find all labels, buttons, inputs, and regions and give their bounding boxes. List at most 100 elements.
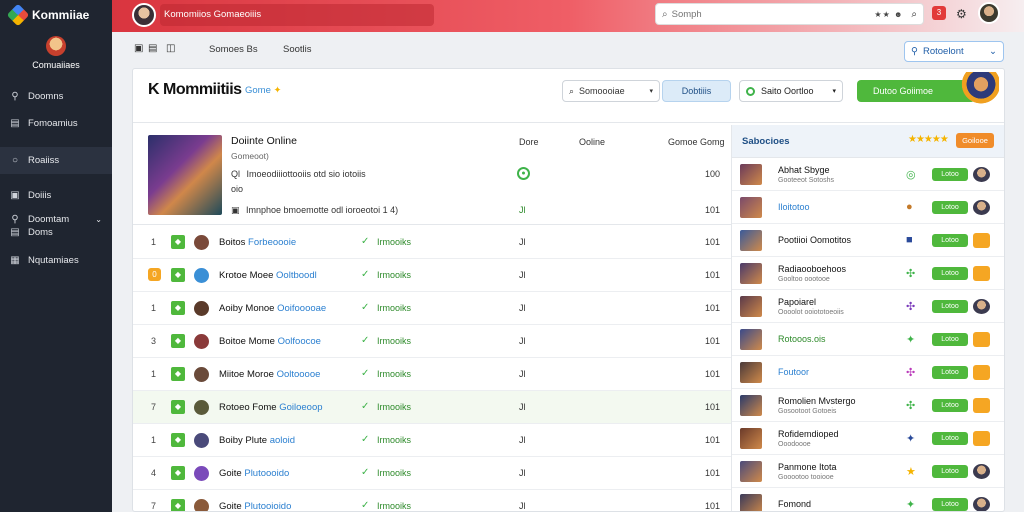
panel-header-button[interactable]: Goilooe <box>956 133 994 148</box>
list-item[interactable]: Abhat Sbyge Gooteeot Sotoshs ◎ Lotoo <box>732 158 1004 191</box>
grid-icon[interactable]: ▤ <box>148 43 157 54</box>
document-icon[interactable]: ◫ <box>166 43 175 54</box>
row-status: Irmooiks <box>377 270 412 280</box>
status-select[interactable]: Saito Oortloo ▾ <box>739 80 843 102</box>
user-avatar[interactable] <box>978 2 1000 24</box>
notification-badge[interactable]: 3 <box>932 6 946 20</box>
search-icon[interactable]: ⌕ <box>911 9 917 20</box>
table-row[interactable]: 1 ◆ Miitoe Moroe Ooltooooe ✓ Irmooiks Jl 101 <box>133 358 731 391</box>
relevance-select[interactable]: ⚲ Rotoelont ⌄ <box>904 41 1004 62</box>
row-link[interactable]: Ooltboodl <box>276 270 317 281</box>
item-action-button[interactable]: Lotoo <box>932 234 968 247</box>
item-extra-button[interactable] <box>973 365 990 380</box>
card-title: K Mommiitiis <box>148 81 242 98</box>
row-done-value: Jl <box>519 369 526 379</box>
item-extra-button[interactable] <box>973 398 990 413</box>
sidebar-item-doomtam[interactable]: ⚲ Doomtam ⌄ ▤ Doms <box>0 209 112 243</box>
item-title: Pootiioi Oomotitos <box>778 235 852 245</box>
list-item[interactable]: Iloitotoo ● Lotoo <box>732 191 1004 224</box>
list-item[interactable]: Foutoor ✣ Lotoo <box>732 356 1004 389</box>
sidebar-item-nqutamiaes[interactable]: ▦ Nqutamiaes <box>0 247 112 274</box>
toolbar-link[interactable]: Somoes Bs <box>209 44 258 55</box>
row-name[interactable]: Boitos Forbeoooie <box>219 237 296 248</box>
game-icon: ◆ <box>171 334 185 348</box>
row-name[interactable]: Miitoe Moroe Ooltooooe <box>219 369 320 380</box>
avatar <box>194 466 209 481</box>
profile-name: Comuaiiaes <box>32 60 80 70</box>
table-row[interactable]: 1 ◆ Boiby Plute aoloid ✓ Irmooiks Jl 101 <box>133 424 731 457</box>
card-subtitle: Gome ✦ <box>245 85 281 96</box>
row-name[interactable]: Boitoe Mome Oolfoocoe <box>219 336 321 347</box>
search-input[interactable] <box>671 8 875 20</box>
table-row[interactable]: 4 ◆ Goite Plutoooido ✓ Irmooiks Jl 101 <box>133 457 731 490</box>
table-row[interactable]: 1 ◆ Aoiby Monoe Ooifooooae ✓ Irmooiks Jl 101 <box>133 292 731 325</box>
row-link[interactable]: Plutoooido <box>244 468 289 479</box>
row-name[interactable]: Boiby Plute aoloid <box>219 435 295 446</box>
profile[interactable]: Comuaiiaes <box>0 30 112 75</box>
app-logo[interactable]: Kommiiae <box>0 0 112 30</box>
search-bar[interactable]: ⌕ ★★ ☻ ⌕ <box>655 3 924 25</box>
item-action-button[interactable]: Lotoo <box>932 498 968 511</box>
row-link[interactable]: Ooltooooe <box>277 369 321 380</box>
table-row[interactable]: 3 ◆ Boitoe Mome Oolfoocoe ✓ Irmooiks Jl 101 <box>133 325 731 358</box>
row-name[interactable]: Rotoeo Fome Goiloeoop <box>219 402 323 413</box>
list-item[interactable]: Romolien Mvstergo Gosootoot Gotoeis ✣ Lotoo <box>732 389 1004 422</box>
list-item[interactable]: Fomond ✦ Lotoo <box>732 488 1004 511</box>
row-link[interactable]: Goiloeoop <box>279 402 322 413</box>
item-extra-button[interactable] <box>973 332 990 347</box>
row-link[interactable]: Forbeoooie <box>248 237 296 248</box>
primary-button[interactable]: Dutoo Goiimoe <box>857 80 975 102</box>
row-link[interactable]: aoloid <box>270 435 295 446</box>
item-extra-button[interactable] <box>973 233 990 248</box>
avatar[interactable] <box>132 3 156 27</box>
row-name[interactable]: Goite Plutoooido <box>219 468 289 479</box>
sidebar-item-fomoamius[interactable]: ▤ Fomoamius <box>0 110 112 137</box>
item-action-button[interactable]: Lotoo <box>932 201 968 214</box>
row-link[interactable]: Ooifooooae <box>277 303 326 314</box>
featured-title: Doiinte Online <box>231 135 297 147</box>
featured-entry[interactable]: Doiinte Online Gomeoot) Ql Imoeodiiiotto… <box>133 125 731 225</box>
filter-input[interactable]: ⌕ Somoooiae ▾ <box>562 80 660 102</box>
row-name[interactable]: Krotoe Moee Ooltboodl <box>219 270 317 281</box>
list-item[interactable]: Rofidemdioped Ooodoooe ✦ Lotoo <box>732 422 1004 455</box>
row-link[interactable]: Plutooioido <box>244 501 291 511</box>
row-done-value: Jl <box>519 336 526 346</box>
gear-icon[interactable]: ⚙ <box>956 7 967 21</box>
row-name[interactable]: Aoiby Monoe Ooifooooae <box>219 303 326 314</box>
list-item[interactable]: Panmone Itota Gooootoo tooiooe ★ Lotoo <box>732 455 1004 488</box>
details-button[interactable]: Dobtiiis <box>662 80 731 102</box>
table-row[interactable]: 7 ◆ Rotoeo Fome Goiloeoop ✓ Irmooiks Jl 101 <box>133 391 731 424</box>
avatar <box>194 433 209 448</box>
grid-icon[interactable]: ▣ <box>134 43 143 54</box>
item-action-button[interactable]: Lotoo <box>932 399 968 412</box>
sidebar-item-roaiiss[interactable]: ○ Roaiiss <box>0 147 112 174</box>
table-row[interactable]: 0 ◆ Krotoe Moee Ooltboodl ✓ Irmooiks Jl 101 <box>133 259 731 292</box>
item-action-button[interactable]: Lotoo <box>932 333 968 346</box>
featured-games-value: 101 <box>705 205 721 215</box>
row-games-value: 101 <box>705 369 721 379</box>
item-action-button[interactable]: Lotoo <box>932 432 968 445</box>
list-item[interactable]: Radiaooboehoos Gooltoo oootooe ✣ Lotoo <box>732 257 1004 290</box>
item-extra-button[interactable] <box>973 266 990 281</box>
table-row[interactable]: 1 ◆ Boitos Forbeoooie ✓ Irmooiks Jl 101 <box>133 226 731 259</box>
select-value: Rotoelont <box>922 46 964 57</box>
item-action-button[interactable]: Lotoo <box>932 168 968 181</box>
sidebar-item-doomns[interactable]: ⚲ Doomns <box>0 83 112 110</box>
row-link[interactable]: Oolfoocoe <box>278 336 321 347</box>
item-extra-button[interactable] <box>973 431 990 446</box>
item-action-button[interactable]: Lotoo <box>932 366 968 379</box>
list-item[interactable]: Rotooos.ois ✦ Lotoo <box>732 323 1004 356</box>
table-row[interactable]: 7 ◆ Goite Plutooioido ✓ Irmooiks Jl 101 <box>133 490 731 511</box>
toolbar-link[interactable]: Sootlis <box>283 44 312 55</box>
list-item[interactable]: Papoiarel Oooolot ooiototoeoiis ✣ Lotoo <box>732 290 1004 323</box>
game-icon: ◆ <box>171 466 185 480</box>
item-action-button[interactable]: Lotoo <box>932 300 968 313</box>
row-name[interactable]: Goite Plutooioido <box>219 501 291 511</box>
item-action-button[interactable]: Lotoo <box>932 267 968 280</box>
online-status-icon: ● <box>517 167 530 180</box>
item-action-button[interactable]: Lotoo <box>932 465 968 478</box>
item-thumbnail <box>740 296 762 317</box>
list-item[interactable]: Pootiioi Oomotitos ■ Lotoo <box>732 224 1004 257</box>
sidebar-item-doiiis[interactable]: ▣ Doiiis <box>0 182 112 209</box>
row-games-value: 101 <box>705 402 721 412</box>
